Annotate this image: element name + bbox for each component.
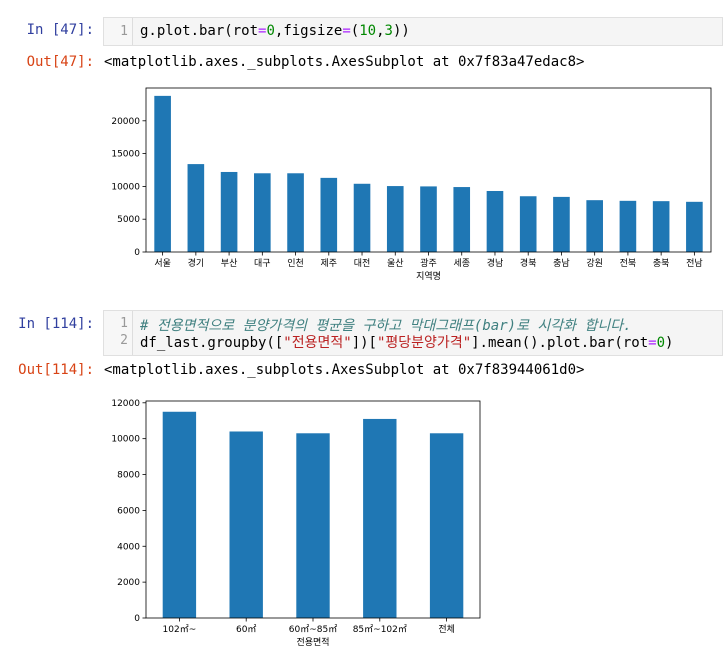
line-number-gutter: 1 2 [104,311,133,355]
x-tick-label: 인천 [287,258,304,269]
line-number: 2 [120,333,128,348]
y-tick-label: 8000 [117,471,140,481]
code-token: "전용면적" [283,335,352,351]
line-number-gutter: 1 [104,18,133,45]
y-tick-label: 0 [134,248,140,258]
bar-chart-area: 0 2000 4000 6000 8000 10000 12000 102㎡~ 60㎡ 60㎡~8… [111,399,481,648]
x-tick-label: 부산 [221,258,238,269]
code-token: ].mean().plot.bar(rot [471,335,649,351]
bar [363,418,397,618]
bar [353,183,371,252]
line-number: 1 [120,316,128,331]
x-tick-label: 충북 [653,258,670,269]
code-token: 0 [266,23,275,39]
x-tick-label: 경북 [520,257,537,269]
y-tick-label: 10000 [111,182,140,192]
code-line[interactable]: df_last.groupby(["전용면적"])["평당분양가격"].mean… [140,332,673,352]
bar [154,95,171,252]
y-tick-label: 12000 [111,399,140,409]
code-token: ) [665,335,674,351]
bar [320,177,338,252]
x-axis-label: 전용면적 [296,636,329,648]
line-number: 1 [120,24,128,39]
code-token: )) [392,23,410,39]
code-token: g.plot.bar(rot [140,23,259,39]
code-line[interactable]: g.plot.bar(rot=0,figsize=(10,3)) [140,23,410,39]
code-cell-47[interactable]: 1 g.plot.bar(rot=0,figsize=(10,3)) [103,17,723,46]
code-token: ( [350,23,360,39]
y-tick-label: 6000 [117,506,140,516]
x-tick-label: 대전 [354,258,371,269]
y-tick-label: 4000 [117,542,140,552]
output-text-114: <matplotlib.axes._subplots.AxesSubplot a… [104,362,585,378]
x-tick-label: 울산 [387,258,404,269]
bar [486,190,504,252]
bar [386,186,404,252]
input-prompt-114: In [114]: [18,316,94,332]
output-prompt-114: Out[114]: [18,362,94,378]
x-tick-label: 전체 [438,624,455,635]
bar [619,200,637,252]
y-tick-label: 2000 [117,578,140,588]
bar [553,196,570,252]
bar [420,186,437,252]
x-tick-label: 102㎡~ [163,624,197,635]
x-tick-label: 85㎡~102㎡ [353,624,407,635]
x-tick-label: 60㎡~85㎡ [289,624,337,635]
output-text-47: <matplotlib.axes._subplots.AxesSubplot a… [104,54,585,70]
bar [287,173,304,252]
bar [162,411,197,618]
bar [187,164,205,252]
bar [229,431,263,618]
x-tick-label: 경기 [188,257,205,269]
bar [296,433,330,618]
y-tick-label: 15000 [111,150,140,160]
x-tick-label: 강원 [586,258,603,269]
code-token: , [376,23,385,39]
input-prompt-47: In [47]: [26,22,94,38]
output-prompt-47: Out[47]: [26,54,94,70]
y-tick-label: 10000 [111,435,140,445]
y-tick-label: 5000 [117,215,140,225]
code-token: ])[ [351,335,377,351]
code-token: = [342,23,351,39]
bar [686,201,703,252]
x-tick-label: 서울 [154,258,171,269]
x-tick-label: 대구 [254,258,271,269]
x-tick-label: 제주 [321,258,338,269]
code-cell-114[interactable]: 1 2 # 전용면적으로 분양가격의 평균을 구하고 막대그래프(bar)로 시… [103,310,723,356]
bar [519,196,537,252]
bar [429,433,464,618]
y-tick-label: 0 [134,614,140,624]
x-tick-label: 충남 [553,258,570,269]
code-token: "평당분양가격" [376,335,472,351]
code-token: ,figsize [274,23,343,39]
y-tick-label: 20000 [111,117,140,127]
code-token: = [648,335,657,351]
x-axis-label: 지역명 [416,271,441,282]
x-tick-label: 경남 [487,257,504,269]
bar [453,187,471,252]
x-tick-label: 60㎡ [236,624,256,635]
code-token: 0 [656,335,666,351]
bar [254,173,271,252]
bar-chart-region: 0 5000 10000 15000 20000 서울 경기 부산 대구 인천 제주 대전 울산 광주 세종… [111,87,712,282]
x-tick-label: 전북 [620,258,637,269]
code-token: 10 [359,23,377,39]
code-token: df_last.groupby([ [140,335,284,351]
bar [652,201,670,252]
x-tick-label: 세종 [453,258,470,269]
bar [220,171,238,252]
x-tick-label: 전남 [686,258,703,269]
bar [586,200,603,252]
code-token: 3 [384,23,393,39]
x-tick-label: 광주 [420,257,437,269]
